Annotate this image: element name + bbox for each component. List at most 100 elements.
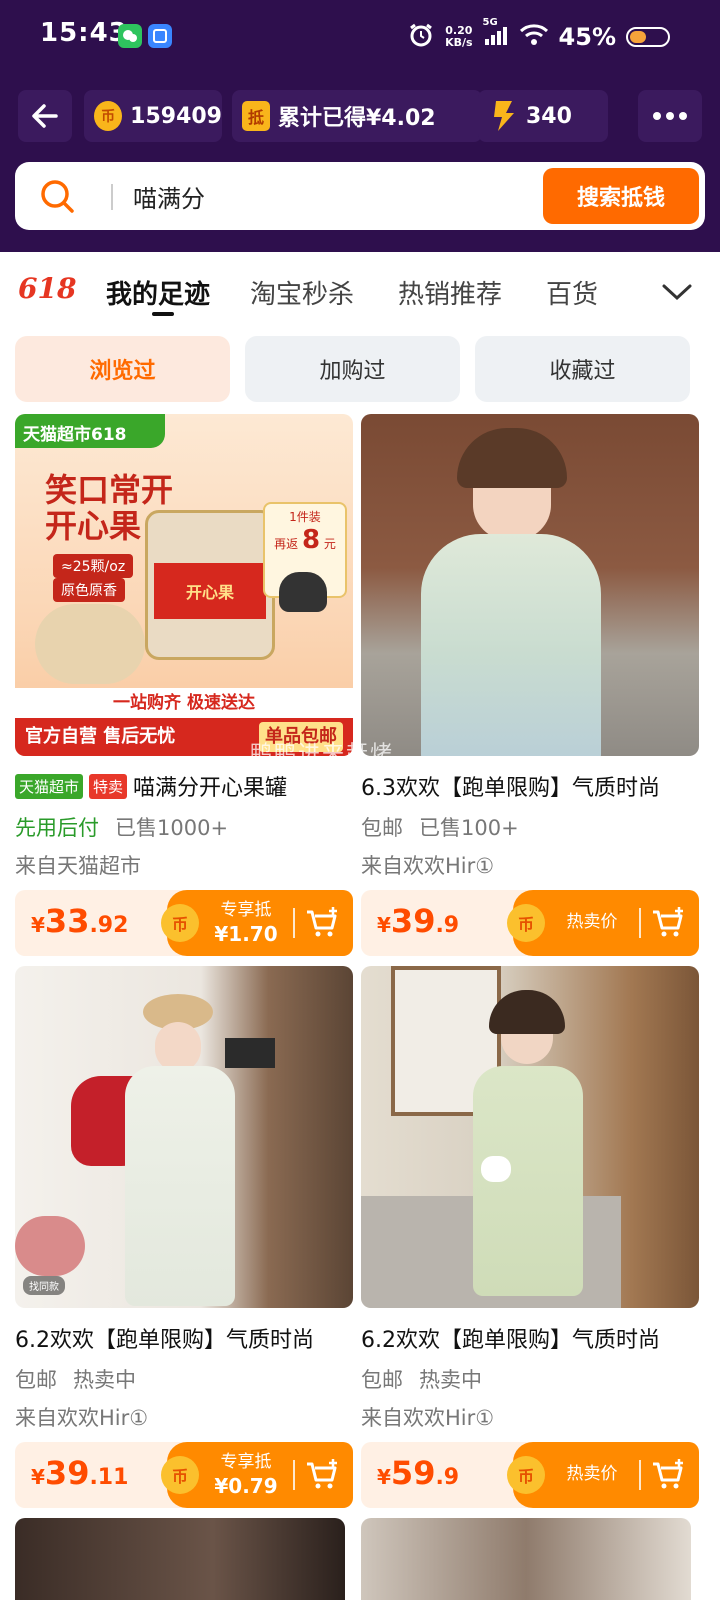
product-meta: 包邮 热卖中 bbox=[361, 1364, 482, 1394]
shop-name[interactable]: 来自欢欢Hir① bbox=[361, 850, 494, 880]
filter-added-to-cart[interactable]: 加购过 bbox=[245, 336, 460, 402]
free-shipping-label: 包邮 bbox=[15, 1368, 57, 1392]
badge-special-sale: 特卖 bbox=[89, 773, 128, 799]
product-image[interactable] bbox=[361, 966, 699, 1308]
deal-area[interactable]: 币 专享抵 ¥1.70 bbox=[161, 890, 353, 956]
deal-text: 专享抵 ¥1.70 bbox=[214, 900, 278, 946]
find-similar-tag[interactable]: 找同款 bbox=[23, 1276, 65, 1295]
white-handbag bbox=[481, 1156, 511, 1182]
product-image-partial[interactable] bbox=[15, 1518, 345, 1600]
product-meta: 先用后付 已售1000+ bbox=[15, 812, 228, 842]
more-button[interactable] bbox=[638, 90, 702, 142]
model-hair bbox=[457, 428, 567, 488]
add-to-cart-icon[interactable] bbox=[649, 904, 687, 942]
floral-dress bbox=[421, 534, 601, 756]
free-shipping-label: 包邮 bbox=[361, 1368, 403, 1392]
filter-favorited[interactable]: 收藏过 bbox=[475, 336, 690, 402]
product-title-row: 6.2欢欢【跑单限购】气质时尚 bbox=[15, 1322, 353, 1354]
tab-taobao-flash-sale[interactable]: 淘宝秒杀 bbox=[250, 274, 354, 311]
battery-percent: 45% bbox=[558, 23, 616, 51]
search-divider bbox=[111, 184, 113, 210]
product-title: 6.3欢欢【跑单限购】气质时尚 bbox=[361, 776, 660, 801]
free-shipping-label: 包邮 bbox=[361, 816, 403, 840]
product-image-partial[interactable] bbox=[361, 1518, 691, 1600]
earned-total[interactable]: 抵 累计已得¥4.02 bbox=[232, 90, 482, 142]
earned-text: 累计已得¥4.02 bbox=[278, 106, 436, 131]
deal-area[interactable]: 币 热卖价 bbox=[507, 1442, 699, 1508]
price-bar: ¥39.11 币 专享抵 ¥0.79 bbox=[15, 1442, 353, 1508]
product-meta: 包邮 热卖中 bbox=[15, 1364, 136, 1394]
product-title: 6.2欢欢【跑单限购】气质时尚 bbox=[361, 1328, 660, 1353]
product-title-row: 6.2欢欢【跑单限购】气质时尚 bbox=[361, 1322, 699, 1354]
product-price: ¥39.11 bbox=[31, 1454, 129, 1492]
battery-icon bbox=[626, 27, 670, 47]
sales-count: 已售1000+ bbox=[115, 816, 229, 840]
deal-text: 热卖价 bbox=[566, 912, 618, 932]
status-right: 0.20 KB/s 5G 45% bbox=[407, 17, 670, 54]
coin-icon: 币 bbox=[94, 101, 123, 131]
product-title: 喵满分开心果罐 bbox=[133, 776, 288, 801]
flower-pot bbox=[15, 1216, 85, 1276]
gold-nugget-icon bbox=[494, 101, 514, 131]
deal-divider bbox=[639, 908, 641, 938]
pistachio-pile bbox=[35, 604, 145, 684]
coin-icon: 币 bbox=[507, 1456, 545, 1494]
tab-hot-recommend[interactable]: 热销推荐 bbox=[398, 274, 502, 311]
deal-divider bbox=[293, 1460, 295, 1490]
product-image[interactable] bbox=[361, 414, 699, 756]
expand-tabs-button[interactable] bbox=[634, 262, 720, 322]
gold-balance[interactable]: 340 bbox=[478, 90, 608, 142]
lamp bbox=[225, 1038, 275, 1068]
shop-name[interactable]: 来自欢欢Hir① bbox=[15, 1402, 148, 1432]
back-button[interactable] bbox=[18, 90, 72, 142]
top-toolbar: 币 159409 抵 累计已得¥4.02 340 bbox=[18, 90, 702, 142]
tab-618-promo[interactable]: 618 bbox=[18, 272, 76, 305]
more-dots-icon bbox=[653, 112, 687, 120]
white-dress bbox=[125, 1066, 235, 1306]
search-button[interactable]: 搜索抵钱 bbox=[543, 168, 699, 224]
search-bar: 搜索抵钱 bbox=[15, 162, 705, 230]
sales-status: 热卖中 bbox=[73, 1368, 136, 1392]
image-tag: ≈25颗/oz bbox=[53, 554, 134, 578]
search-input[interactable] bbox=[133, 176, 513, 216]
active-tab-indicator bbox=[152, 312, 174, 316]
deal-area[interactable]: 币 专享抵 ¥0.79 bbox=[161, 1442, 353, 1508]
product-meta: 包邮 已售100+ bbox=[361, 812, 519, 842]
coin-count: 159409 bbox=[130, 103, 222, 129]
deal-text: 热卖价 bbox=[566, 1464, 618, 1484]
product-price: ¥59.9 bbox=[377, 1454, 460, 1492]
product-title-row: 6.3欢欢【跑单限购】气质时尚 bbox=[361, 770, 699, 802]
wifi-icon bbox=[519, 23, 549, 51]
tmall-cat-mascot bbox=[279, 572, 327, 612]
coin-icon: 币 bbox=[161, 1456, 199, 1494]
deduct-icon: 抵 bbox=[242, 101, 270, 131]
product-image[interactable]: 天猫超市618 笑口常开 开心果 ≈25颗/oz 原色原香 开心果 1件装 再返… bbox=[15, 414, 353, 756]
product-price: ¥39.9 bbox=[377, 902, 460, 940]
add-to-cart-icon[interactable] bbox=[303, 1456, 341, 1494]
product-image[interactable]: 找同款 bbox=[15, 966, 353, 1308]
filter-viewed[interactable]: 浏览过 bbox=[15, 336, 230, 402]
app-header: 15:43 0.20 KB/s 5G 45% 币 159409 抵 累计已得¥4… bbox=[0, 0, 720, 252]
deal-text: 专享抵 ¥0.79 bbox=[214, 1452, 278, 1498]
tab-my-footprint[interactable]: 我的足迹 bbox=[106, 274, 210, 311]
status-bar: 15:43 0.20 KB/s 5G 45% bbox=[0, 0, 720, 74]
add-to-cart-icon[interactable] bbox=[303, 904, 341, 942]
deal-divider bbox=[639, 1460, 641, 1490]
signal-icon: 5G bbox=[483, 17, 509, 51]
tab-general-goods[interactable]: 百货 bbox=[546, 274, 598, 311]
shop-name[interactable]: 来自天猫超市 bbox=[15, 850, 141, 880]
alarm-icon bbox=[407, 21, 435, 53]
deal-divider bbox=[293, 908, 295, 938]
arrow-left-icon bbox=[32, 104, 58, 128]
pay-later-label: 先用后付 bbox=[15, 816, 99, 840]
shop-name[interactable]: 来自欢欢Hir① bbox=[361, 1402, 494, 1432]
wechat-icon bbox=[118, 24, 142, 48]
gold-count: 340 bbox=[526, 103, 572, 129]
add-to-cart-icon[interactable] bbox=[649, 1456, 687, 1494]
sales-count: 已售100+ bbox=[419, 816, 519, 840]
chevron-down-icon bbox=[662, 284, 692, 301]
product-title: 6.2欢欢【跑单限购】气质时尚 bbox=[15, 1328, 314, 1353]
coin-balance[interactable]: 币 159409 bbox=[84, 90, 222, 142]
sales-status: 热卖中 bbox=[419, 1368, 482, 1392]
deal-area[interactable]: 币 热卖价 bbox=[507, 890, 699, 956]
